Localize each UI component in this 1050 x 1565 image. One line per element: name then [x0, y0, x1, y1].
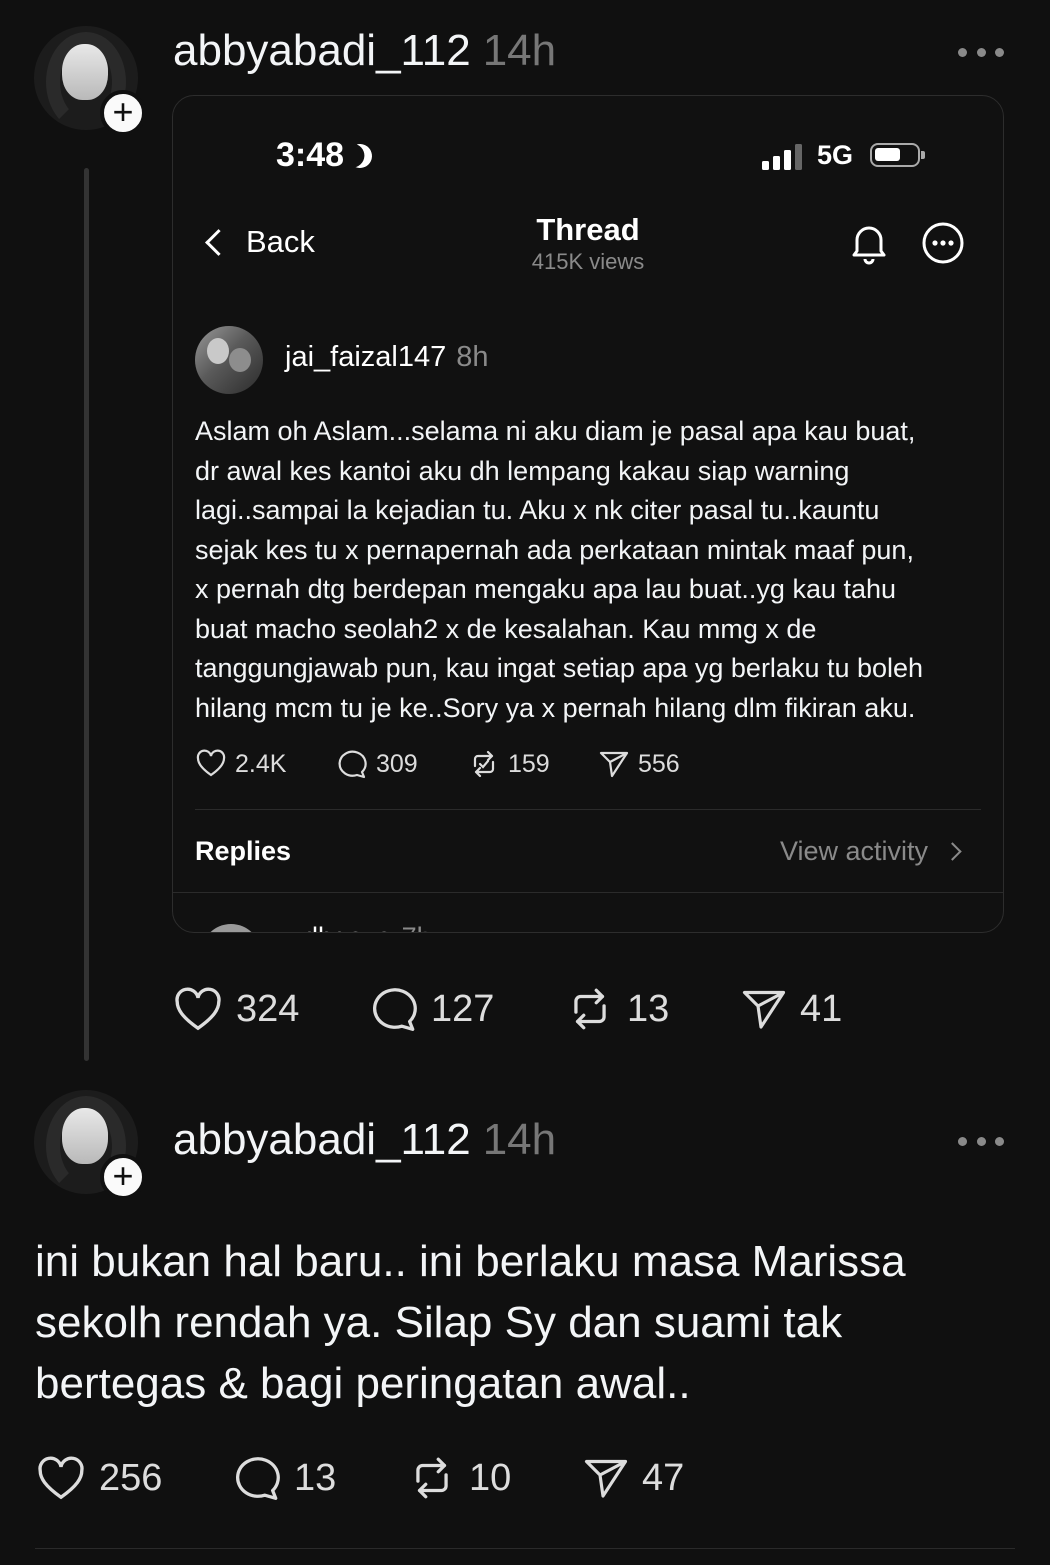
repost-count: 13 [627, 987, 670, 1030]
heart-icon [196, 749, 226, 777]
author-avatar[interactable]: + [34, 26, 146, 136]
comment-icon [338, 750, 367, 779]
repost-button[interactable]: 10 [407, 1453, 582, 1503]
comment-count: 13 [294, 1456, 337, 1499]
post-header: abbyabadi_112 14h [173, 1115, 556, 1165]
comment-count: 127 [431, 987, 495, 1030]
inner-post-text: Aslam oh Aslam...selama ni aku diam je p… [195, 416, 924, 723]
action-bar: 256 13 10 47 [35, 1453, 684, 1503]
thread-line [84, 168, 89, 1061]
signal-icon [762, 144, 802, 170]
inner-author: jai_faizal147 8h [285, 341, 489, 373]
reply-author: dbgaza7h [303, 922, 432, 932]
more-options-icon[interactable] [958, 45, 1004, 59]
chevron-right-icon [943, 842, 962, 861]
post-header: abbyabadi_112 14h [173, 26, 556, 76]
timestamp: 14h [482, 26, 557, 75]
share-count: 47 [642, 1456, 685, 1499]
share-count: 41 [800, 987, 843, 1030]
action-bar: 324 127 13 41 [172, 984, 842, 1034]
comment-icon [236, 1457, 280, 1500]
repost-button[interactable]: 13 [565, 984, 740, 1034]
repost-icon [416, 1457, 448, 1499]
share-icon [599, 751, 629, 778]
share-button[interactable]: 41 [740, 985, 842, 1033]
back-chevron-icon [205, 228, 232, 256]
comment-button[interactable]: 13 [232, 1453, 407, 1503]
username[interactable]: abbyabadi_112 [173, 1115, 471, 1164]
follow-plus-icon[interactable]: + [100, 1154, 146, 1200]
reply-avatar [201, 924, 261, 932]
replies-label: Replies [195, 836, 292, 866]
status-bar-time: 3:48 [276, 136, 372, 175]
divider [35, 1548, 1015, 1549]
thread-title: Thread [536, 212, 640, 247]
repost-icon [574, 988, 606, 1030]
post-text: ini bukan hal baru.. ini berlaku masa Ma… [35, 1237, 906, 1408]
share-icon [742, 990, 786, 1029]
like-button[interactable]: 256 [35, 1454, 232, 1502]
moon-icon [345, 141, 376, 172]
battery-icon [870, 143, 925, 167]
follow-plus-icon[interactable]: + [100, 90, 146, 136]
repost-count: 10 [469, 1456, 512, 1499]
divider [195, 809, 981, 810]
inner-action-bar: 2.4K 309 159 556 [195, 748, 680, 780]
like-count: 256 [99, 1456, 163, 1499]
more-options-icon[interactable] [958, 1134, 1004, 1148]
view-activity-link: View activity [780, 836, 962, 867]
comment-icon [373, 988, 417, 1031]
divider [173, 892, 1003, 893]
username[interactable]: abbyabadi_112 [173, 26, 471, 75]
inner-author-avatar [195, 326, 263, 394]
comment-button[interactable]: 127 [369, 984, 565, 1034]
network-label: 5G [817, 140, 854, 170]
embedded-screenshot[interactable]: 3:48 5G Back Thread 415K views jai_faiza… [172, 95, 1004, 933]
views-count: 415K views [531, 249, 645, 274]
more-icon [922, 222, 964, 264]
share-icon [584, 1459, 628, 1498]
bell-icon [852, 226, 886, 265]
timestamp: 14h [482, 1115, 557, 1164]
heart-icon [175, 987, 221, 1031]
heart-icon [38, 1456, 84, 1500]
post-1: + abbyabadi_112 14h 3:48 5G Back Thread 4… [0, 0, 1050, 1075]
like-button[interactable]: 324 [172, 985, 369, 1033]
repost-icon [473, 750, 495, 778]
like-count: 324 [236, 987, 300, 1030]
author-avatar[interactable]: + [34, 1090, 146, 1200]
share-button[interactable]: 47 [582, 1454, 684, 1502]
back-button: Back [205, 224, 315, 260]
